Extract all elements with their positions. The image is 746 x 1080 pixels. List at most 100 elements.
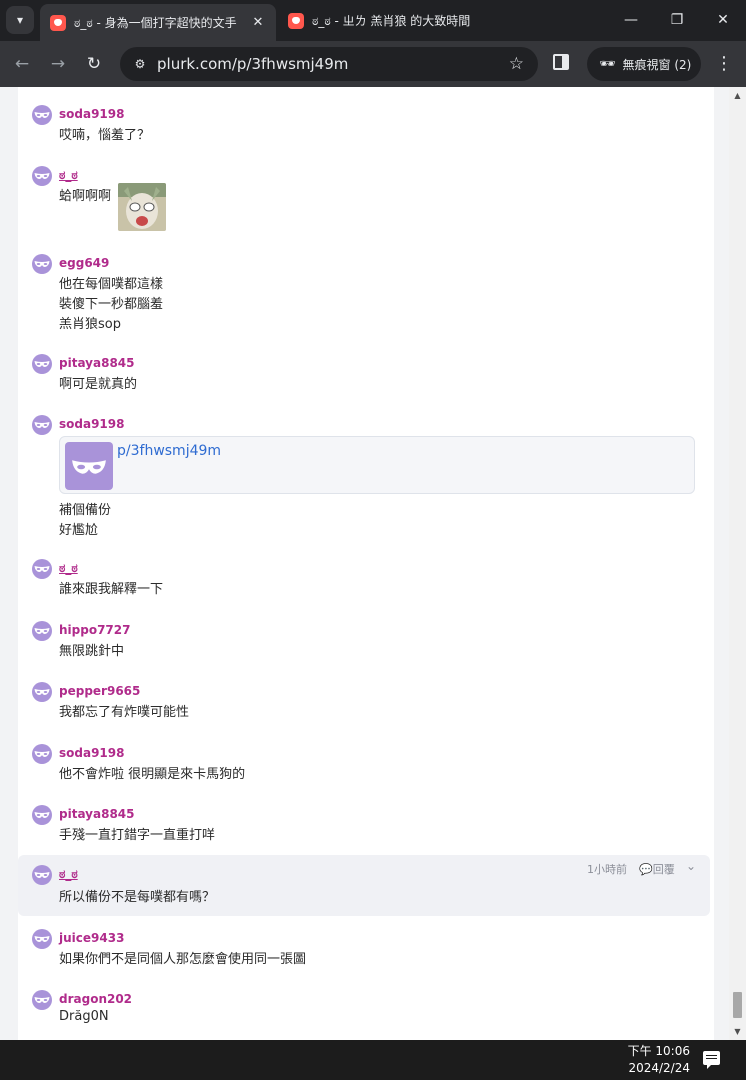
- username[interactable]: ಠ_ಠ: [59, 561, 78, 576]
- response-text: Drăg0N: [59, 1009, 109, 1024]
- response-item: ಠ_ಠ 蛤啊啊啊: [18, 156, 710, 236]
- mask-icon: [34, 360, 50, 368]
- username[interactable]: ಠ_ಠ: [59, 168, 78, 183]
- avatar[interactable]: [32, 744, 52, 764]
- scroll-up-arrow-icon[interactable]: ▲: [729, 87, 746, 104]
- side-panel-icon[interactable]: [553, 54, 569, 70]
- restore-button[interactable]: ❐: [654, 0, 700, 40]
- reload-icon: ↻: [86, 54, 102, 74]
- link-preview-title[interactable]: p/3fhwsmj49m: [117, 443, 221, 459]
- response-item: juice9433 如果你們不是同個人那怎麼會使用同一張圖: [18, 919, 710, 975]
- tab-inactive[interactable]: ಠ_ಠ - ㄓㄌ 羔肖狼 的大致時間: [278, 5, 488, 36]
- mask-icon: [34, 871, 50, 879]
- avatar[interactable]: [32, 254, 52, 274]
- username[interactable]: pepper9665: [59, 684, 140, 698]
- link-preview-card[interactable]: p/3fhwsmj49m: [59, 436, 695, 494]
- attached-image-thumbnail[interactable]: [118, 183, 166, 231]
- response-text: 手殘一直打錯字一直重打咩: [59, 828, 216, 843]
- response-item: pitaya8845 啊可是就真的: [18, 344, 710, 400]
- tab-search-button[interactable]: ▾: [6, 6, 34, 34]
- mask-icon: [34, 688, 50, 696]
- avatar[interactable]: [32, 929, 52, 949]
- avatar[interactable]: [32, 354, 52, 374]
- username[interactable]: egg649: [59, 256, 109, 270]
- clock-date: 2024/2/24: [628, 1061, 690, 1075]
- username[interactable]: soda9198: [59, 746, 124, 760]
- avatar[interactable]: [32, 105, 52, 125]
- tab-active[interactable]: ಠ_ಠ - 身為一個打字超快的文手 ✕: [40, 4, 276, 41]
- response-text: 無限跳針中: [59, 644, 125, 659]
- username[interactable]: soda9198: [59, 417, 124, 431]
- avatar[interactable]: [32, 415, 52, 435]
- mask-icon: [34, 565, 50, 573]
- scroll-down-arrow-icon[interactable]: ▼: [729, 1023, 746, 1040]
- star-icon[interactable]: ☆: [509, 47, 524, 81]
- username[interactable]: soda9198: [59, 107, 124, 121]
- mask-icon: [34, 172, 50, 180]
- incognito-indicator[interactable]: 🕶 無痕視窗 (2): [587, 47, 701, 81]
- mask-icon: [34, 421, 50, 429]
- page-scrollbar[interactable]: ▲ ▼: [729, 87, 746, 1040]
- incognito-label: 無痕視窗 (2): [622, 57, 692, 72]
- plurk-favicon-icon: [50, 14, 66, 31]
- response-item: dragon202 Drăg0N: [18, 980, 710, 1036]
- avatar[interactable]: [32, 865, 52, 885]
- reload-button[interactable]: ↻: [80, 50, 108, 78]
- avatar[interactable]: [32, 682, 52, 702]
- response-item: soda9198 p/3fhwsmj49m 補個備份 好尷尬: [18, 405, 710, 545]
- kebab-menu-icon[interactable]: ⋮: [714, 50, 734, 78]
- username[interactable]: juice9433: [59, 931, 124, 945]
- close-icon[interactable]: ✕: [250, 15, 266, 30]
- page-viewport: soda9198 哎喃，惱羞了？ ಠ_ಠ 蛤啊啊啊 egg649 他在每個噗都這…: [0, 87, 746, 1040]
- forward-button[interactable]: →: [44, 50, 72, 78]
- avatar[interactable]: [32, 166, 52, 186]
- reply-label: 回覆: [652, 863, 675, 876]
- chevron-down-icon[interactable]: ⌄: [686, 859, 696, 873]
- username[interactable]: pitaya8845: [59, 807, 135, 821]
- mask-icon: [34, 811, 50, 819]
- page-gutter-left: [0, 87, 18, 1040]
- reply-button[interactable]: 💬回覆: [639, 861, 675, 877]
- response-text: 誰來跟我解釋一下: [59, 582, 164, 597]
- minimize-button[interactable]: —: [608, 0, 654, 40]
- response-text: 補個備份: [59, 503, 112, 518]
- username[interactable]: dragon202: [59, 992, 132, 1006]
- response-item: pepper9665 我都忘了有炸噗可能性: [18, 672, 710, 728]
- system-clock[interactable]: 下午 10:06 2024/2/24: [606, 1043, 690, 1077]
- response-item: egg649 他在每個噗都這樣 裝傻下一秒都腦羞 羔肖狼sop: [18, 244, 710, 336]
- back-button[interactable]: ←: [8, 50, 36, 78]
- mask-icon: [34, 627, 50, 635]
- mask-icon: [34, 935, 50, 943]
- address-bar[interactable]: ⚙ plurk.com/p/3fhwsmj49m ☆: [120, 47, 538, 81]
- chevron-down-icon: ▾: [16, 13, 24, 27]
- response-text: 如果你們不是同個人那怎麼會使用同一張圖: [59, 952, 307, 967]
- url-text[interactable]: plurk.com/p/3fhwsmj49m: [157, 47, 348, 81]
- response-item-highlighted: ಠ_ಠ 所以備份不是每噗都有嗎？ 1小時前 💬回覆 ⌄: [18, 855, 710, 916]
- anime-face-image: [118, 183, 166, 231]
- response-text: 裝傻下一秒都腦羞: [59, 297, 164, 312]
- mask-icon: [34, 996, 50, 1004]
- clock-time: 下午 10:06: [627, 1044, 690, 1058]
- avatar[interactable]: [32, 621, 52, 641]
- window-close-button[interactable]: ✕: [700, 0, 746, 40]
- avatar[interactable]: [32, 559, 52, 579]
- response-text: 哎喃，惱羞了？: [59, 128, 151, 143]
- response-item: hippo7727 無限跳針中: [18, 611, 710, 667]
- avatar[interactable]: [32, 990, 52, 1010]
- username[interactable]: hippo7727: [59, 623, 130, 637]
- response-text: 羔肖狼sop: [59, 317, 121, 332]
- notification-center-icon[interactable]: [703, 1051, 720, 1069]
- username[interactable]: ಠ_ಠ: [59, 867, 78, 882]
- plurk-favicon-icon: [288, 12, 304, 29]
- speech-bubble-icon: 💬: [639, 863, 653, 876]
- response-time: 1小時前: [587, 863, 627, 876]
- mask-icon: [34, 111, 50, 119]
- username[interactable]: pitaya8845: [59, 356, 135, 370]
- response-item: ಠ_ಠ 誰來跟我解釋一下: [18, 549, 710, 605]
- scrollbar-thumb[interactable]: [733, 992, 742, 1018]
- tune-icon[interactable]: ⚙: [130, 54, 150, 74]
- response-text: 他不會炸啦 很明顯是來卡馬狗的: [59, 767, 246, 782]
- mask-icon: [34, 260, 50, 268]
- avatar[interactable]: [32, 805, 52, 825]
- response-text: 我都忘了有炸噗可能性: [59, 705, 190, 720]
